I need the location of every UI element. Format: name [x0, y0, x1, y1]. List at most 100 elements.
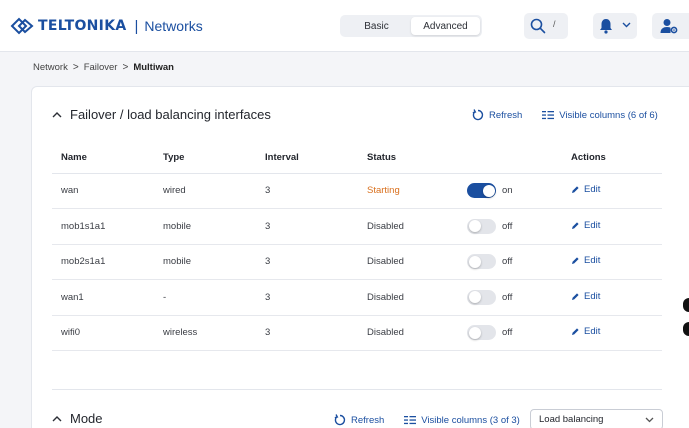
- column-header-name[interactable]: Name: [52, 142, 154, 174]
- cell-name: wan1: [52, 279, 154, 316]
- toggle-knob: [468, 255, 481, 268]
- notifications-button[interactable]: [593, 13, 637, 39]
- chevron-up-icon: [52, 416, 62, 422]
- table-row: wan1-3 Disabled off Edit: [52, 279, 662, 316]
- pencil-icon: [572, 257, 579, 265]
- column-header-type[interactable]: Type: [154, 142, 256, 174]
- interfaces-section-toggle[interactable]: Failover / load balancing interfaces: [52, 107, 271, 122]
- edit-button[interactable]: Edit: [571, 184, 600, 195]
- breadcrumb-separator: >: [122, 62, 129, 73]
- cell-actions: Edit: [562, 315, 662, 351]
- cell-status: Disabled: [358, 315, 458, 351]
- cell-name: wan: [52, 173, 154, 209]
- interfaces-visible-columns-button[interactable]: Visible columns (6 of 6): [542, 110, 658, 121]
- user-settings-icon: [660, 19, 678, 34]
- cell-actions: Edit: [562, 244, 662, 280]
- columns-list-icon: [404, 416, 417, 425]
- chevron-up-icon: [52, 112, 62, 118]
- cell-enable: off: [458, 208, 562, 245]
- cell-enable: off: [458, 244, 562, 280]
- edit-label: Edit: [584, 184, 601, 196]
- edit-label: Edit: [584, 326, 601, 338]
- toggle-state-label: off: [502, 256, 513, 268]
- cell-actions: Edit: [562, 173, 662, 209]
- mode-select[interactable]: Load balancing: [530, 409, 663, 428]
- enable-toggle[interactable]: [467, 254, 496, 270]
- toggle-state-label: off: [502, 291, 513, 303]
- mode-refresh-button[interactable]: Refresh: [334, 414, 384, 426]
- enable-toggle[interactable]: [467, 325, 496, 341]
- breadcrumb-network-link[interactable]: Network: [33, 62, 68, 73]
- cell-interval: 3: [256, 244, 358, 280]
- toggle-knob: [468, 326, 481, 339]
- toggle-knob: [468, 291, 481, 304]
- cell-interval: 3: [256, 279, 358, 316]
- edit-label: Edit: [584, 290, 601, 302]
- mode-visible-columns-button[interactable]: Visible columns (3 of 3): [404, 415, 520, 426]
- mode-advanced-button[interactable]: Advanced: [411, 17, 480, 35]
- enable-toggle[interactable]: [467, 289, 496, 305]
- cell-enable: off: [458, 315, 562, 351]
- search-button[interactable]: /: [524, 13, 568, 39]
- cell-enable: on: [458, 173, 562, 209]
- pencil-icon: [572, 186, 579, 194]
- enable-toggle[interactable]: [467, 218, 496, 234]
- multiwan-card: Failover / load balancing interfaces Ref…: [31, 86, 689, 428]
- cell-actions: Edit: [562, 208, 662, 245]
- teltonika-logo-icon: [10, 17, 34, 35]
- toggle-knob: [468, 220, 481, 233]
- breadcrumb: Network > Failover > Multiwan: [33, 62, 174, 73]
- interfaces-refresh-button[interactable]: Refresh: [472, 109, 522, 121]
- cell-interval: 3: [256, 173, 358, 209]
- search-icon: [530, 18, 546, 34]
- edit-button[interactable]: Edit: [571, 255, 600, 266]
- table-row: wan wired 3 Starting on Edit: [52, 173, 662, 209]
- cell-status: Starting: [358, 173, 458, 209]
- pencil-icon: [572, 222, 579, 229]
- cell-status: Disabled: [358, 279, 458, 316]
- column-header-interval[interactable]: Interval: [256, 142, 358, 174]
- floating-widget-edge[interactable]: [683, 298, 689, 346]
- column-header-status[interactable]: Status: [358, 142, 458, 174]
- mode-section-title: Mode: [70, 411, 103, 426]
- edit-button[interactable]: Edit: [571, 291, 600, 302]
- cell-actions: Edit: [562, 279, 662, 316]
- breadcrumb-current: Multiwan: [133, 62, 174, 73]
- chevron-down-icon: [622, 22, 631, 28]
- search-shortcut-hint: /: [553, 19, 556, 29]
- columns-list-icon: [542, 111, 555, 120]
- edit-label: Edit: [584, 255, 601, 267]
- cell-status: Disabled: [358, 208, 458, 245]
- brand-logo-link[interactable]: TELTONIKA | Networks: [10, 16, 203, 36]
- cell-name: mob1s1a1: [52, 208, 154, 245]
- user-menu-button[interactable]: [652, 13, 689, 39]
- bell-icon: [600, 19, 612, 34]
- toggle-knob: [482, 184, 495, 197]
- edit-button[interactable]: Edit: [571, 326, 600, 337]
- product-name: Networks: [144, 18, 203, 34]
- mode-select-value: Load balancing: [539, 414, 604, 425]
- cell-interval: 3: [256, 315, 358, 351]
- brand-name: TELTONIKA: [38, 18, 127, 34]
- mode-basic-button[interactable]: Basic: [342, 17, 411, 35]
- cell-type: wireless: [154, 315, 256, 351]
- edit-button[interactable]: Edit: [571, 220, 600, 231]
- toggle-state-label: off: [502, 327, 513, 339]
- breadcrumb-separator: >: [72, 62, 79, 73]
- chevron-down-icon: [645, 417, 654, 423]
- mode-section-toggle[interactable]: Mode: [52, 411, 103, 426]
- enable-toggle[interactable]: [467, 183, 496, 199]
- table-header-row: Name Type Interval Status Actions: [52, 142, 662, 174]
- brand-separator: |: [134, 17, 139, 35]
- toggle-state-label: on: [502, 185, 513, 197]
- mode-refresh-label: Refresh: [351, 414, 385, 426]
- interfaces-refresh-label: Refresh: [489, 109, 523, 121]
- top-bar: TELTONIKA | Networks Basic Advanced /: [0, 0, 689, 52]
- mode-visible-columns-label: Visible columns (3 of 3): [421, 414, 520, 426]
- cell-name: wifi0: [52, 315, 154, 351]
- edit-label: Edit: [584, 219, 601, 231]
- refresh-icon: [472, 109, 484, 121]
- breadcrumb-failover-link[interactable]: Failover: [84, 62, 118, 73]
- cell-name: mob2s1a1: [52, 244, 154, 280]
- mode-switch: Basic Advanced: [340, 15, 482, 37]
